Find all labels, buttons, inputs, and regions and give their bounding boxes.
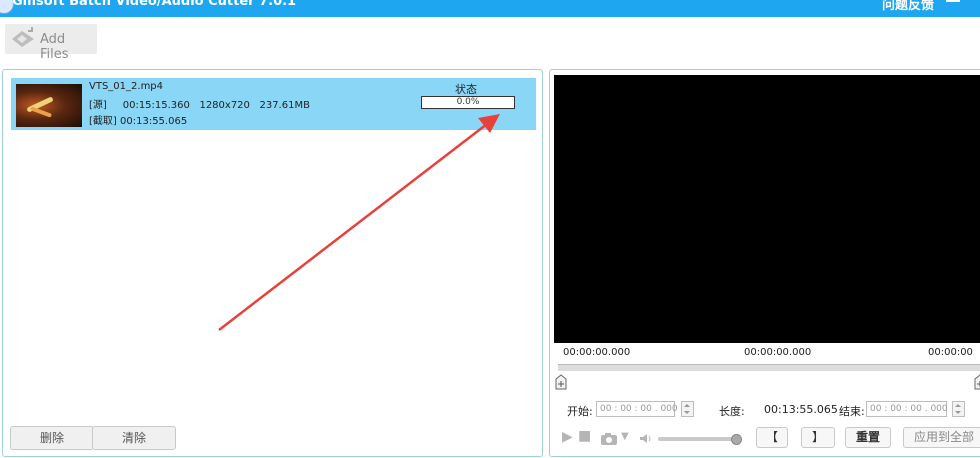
reset-button[interactable]: 重置 [845, 427, 891, 448]
progress-text: 0.0% [456, 97, 480, 107]
volume-slider-knob[interactable] [731, 434, 742, 445]
volume-icon[interactable] [639, 433, 653, 444]
minimize-icon[interactable] [946, 0, 960, 2]
file-name: VTS_01_2.mp4 [89, 81, 164, 92]
length-label: 长度: [719, 405, 745, 418]
progress-bar: 0.0% [421, 96, 515, 109]
end-marker-icon[interactable] [974, 374, 980, 390]
title-bar: Gilisoft Batch Video/Audio Cutter 7.0.1 … [0, 0, 980, 17]
end-time-input[interactable]: 00 : 00 : 00 . 000 [866, 401, 948, 417]
timeline-track[interactable] [558, 364, 980, 371]
mark-out-button[interactable]: 】 [801, 427, 835, 448]
timecode-left: 00:00:00.000 [563, 347, 631, 358]
feedback-link[interactable]: 问题反馈 [882, 0, 934, 13]
window-title: Gilisoft Batch Video/Audio Cutter 7.0.1 [12, 0, 297, 9]
toolbar: Add Files [0, 17, 980, 67]
end-label: 结束: [839, 405, 865, 418]
apply-to-all-button[interactable]: 应用到全部 [903, 427, 980, 448]
length-value: 00:13:55.065 [764, 403, 838, 416]
add-files-button[interactable]: Add Files [5, 24, 97, 62]
source-size: 237.61MB [259, 100, 310, 111]
add-files-icon [12, 27, 34, 47]
mark-in-button[interactable]: 【 [756, 427, 788, 448]
source-resolution: 1280x720 [199, 100, 250, 111]
cut-info: [截取] 00:13:55.065 [89, 112, 187, 127]
stop-icon[interactable]: ■ [578, 428, 591, 444]
video-preview[interactable] [554, 75, 980, 343]
cut-duration: 00:13:55.065 [120, 116, 188, 127]
preview-panel: 00:00:00.000 00:00:00.000 00:00:00 开始: 0… [549, 69, 980, 457]
start-marker-icon[interactable] [555, 374, 567, 390]
source-duration: 00:15:15.360 [122, 100, 190, 111]
start-time-spinner[interactable] [681, 401, 694, 417]
timecode-mid: 00:00:00.000 [744, 347, 812, 358]
play-icon[interactable]: ▶ [562, 429, 573, 445]
timecode-right: 00:00:00 [928, 347, 973, 358]
delete-button[interactable]: 删除 [10, 426, 94, 450]
start-label: 开始: [567, 405, 593, 418]
add-files-label: Add Files [40, 32, 69, 62]
cut-tag: [截取] [89, 116, 117, 127]
file-list-panel: VTS_01_2.mp4 [源] 00:15:15.360 1280x720 2… [2, 69, 543, 457]
clear-button[interactable]: 清除 [92, 426, 176, 450]
end-time-spinner[interactable] [952, 401, 965, 417]
volume-slider[interactable] [658, 437, 738, 441]
source-tag: [源] [89, 100, 107, 111]
start-time-input[interactable]: 00 : 00 : 00 . 000 [596, 401, 678, 417]
snapshot-dropdown-icon[interactable]: ▼ [621, 431, 629, 442]
file-row[interactable]: VTS_01_2.mp4 [源] 00:15:15.360 1280x720 2… [11, 78, 536, 130]
status-header: 状态 [455, 83, 477, 96]
video-thumbnail [16, 84, 82, 127]
source-info: [源] 00:15:15.360 1280x720 237.61MB [89, 96, 310, 111]
snapshot-icon[interactable] [600, 432, 618, 445]
